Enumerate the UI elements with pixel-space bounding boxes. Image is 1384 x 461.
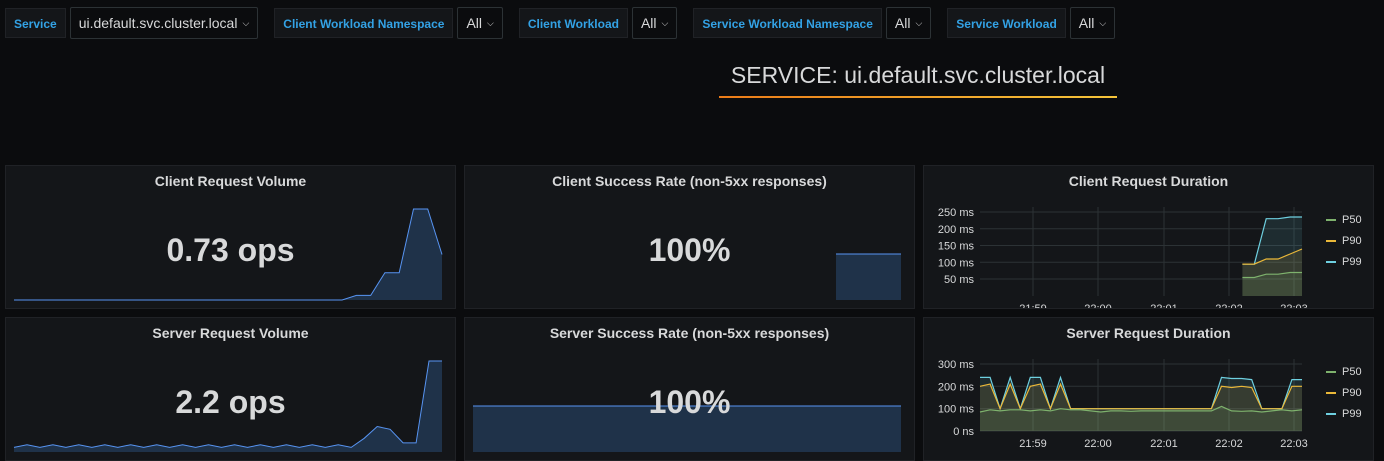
service-variable-select[interactable]: ui.default.svc.cluster.local ⌵ xyxy=(69,7,259,39)
client-workload-namespace-value: All xyxy=(466,15,483,31)
client-workload-namespace-label: Client Workload Namespace xyxy=(274,8,454,38)
stat-value: 100% xyxy=(648,232,731,268)
dashboard-title: SERVICE: ui.default.svc.cluster.local xyxy=(730,62,1106,88)
x-tick-label: 22:03 xyxy=(1280,303,1308,309)
y-tick-label: 100 ms xyxy=(938,404,975,416)
x-tick-label: 22:01 xyxy=(1150,303,1178,309)
legend-item-p90[interactable]: P90 xyxy=(1326,382,1362,403)
y-tick-label: 250 ms xyxy=(938,207,975,219)
y-tick-label: 150 ms xyxy=(938,241,975,253)
server-request-duration-panel[interactable]: Server Request Duration 300 ms 200 ms 100 … xyxy=(923,317,1374,461)
legend-item-p50[interactable]: P50 xyxy=(1326,361,1362,382)
legend-item-p99[interactable]: P99 xyxy=(1326,251,1362,272)
x-tick-label: 22:00 xyxy=(1084,438,1112,450)
client-workload-value: All xyxy=(640,15,657,31)
service-workload-namespace-select[interactable]: All ⌵ xyxy=(885,7,932,39)
chevron-down-icon: ⌵ xyxy=(487,18,494,28)
y-tick-label: 50 ms xyxy=(944,274,974,286)
client-workload-select[interactable]: All ⌵ xyxy=(631,7,678,39)
client-request-volume-panel[interactable]: Client Request Volume 0.73 ops xyxy=(5,165,456,309)
chevron-down-icon: ⌵ xyxy=(1099,18,1107,28)
client-request-duration-panel[interactable]: Client Request Duration 250 ms 200 ms 150 … xyxy=(923,165,1374,309)
service-variable-value: ui.default.svc.cluster.local xyxy=(78,15,238,31)
y-tick-label: 0 ns xyxy=(953,426,974,438)
stat-value: 2.2 ops xyxy=(175,384,286,420)
client-workload-label: Client Workload xyxy=(518,8,628,38)
chevron-down-icon: ⌵ xyxy=(915,18,923,28)
service-variable-label: Service xyxy=(5,8,66,38)
service-workload-label: Service Workload xyxy=(947,8,1066,38)
legend-item-p90[interactable]: P90 xyxy=(1326,230,1362,251)
service-workload-namespace-value: All xyxy=(894,15,911,31)
y-tick-label: 200 ms xyxy=(938,224,975,236)
server-duration-graph: 300 ms 200 ms 100 ms 0 ns 21:59 22:00 22:01 22:… xyxy=(938,359,1308,450)
y-tick-label: 200 ms xyxy=(938,381,975,393)
client-workload-namespace-select[interactable]: All ⌵ xyxy=(457,7,503,39)
service-workload-select[interactable]: All ⌵ xyxy=(1069,7,1116,39)
legend-item-p50[interactable]: P50 xyxy=(1326,209,1362,230)
x-tick-label: 22:00 xyxy=(1084,303,1112,309)
client-success-rate-panel[interactable]: Client Success Rate (non-5xx responses) … xyxy=(464,165,915,309)
y-tick-label: 300 ms xyxy=(938,359,975,371)
x-tick-label: 22:03 xyxy=(1280,438,1308,450)
service-workload-namespace-label: Service Workload Namespace xyxy=(693,8,882,38)
stat-value: 0.73 ops xyxy=(166,232,295,268)
x-tick-label: 22:01 xyxy=(1150,438,1178,450)
x-tick-label: 22:02 xyxy=(1215,438,1243,450)
server-request-volume-panel[interactable]: Server Request Volume 2.2 ops xyxy=(5,317,456,461)
legend-item-p99[interactable]: P99 xyxy=(1326,403,1362,424)
client-duration-graph: 250 ms 200 ms 150 ms 100 ms 50 ms 21:59 22:00 2… xyxy=(938,207,1308,309)
x-tick-label: 21:59 xyxy=(1019,438,1047,450)
graph-legend: P50 P90 P99 xyxy=(1326,209,1362,272)
chevron-down-icon: ⌵ xyxy=(661,18,669,28)
x-tick-label: 22:02 xyxy=(1215,303,1243,309)
x-tick-label: 21:59 xyxy=(1019,303,1047,309)
chevron-down-icon: ⌵ xyxy=(242,18,250,28)
title-underline xyxy=(719,96,1117,98)
stat-value: 100% xyxy=(648,384,731,420)
server-success-rate-panel[interactable]: Server Success Rate (non-5xx responses) … xyxy=(464,317,915,461)
service-workload-value: All xyxy=(1078,15,1095,31)
graph-legend: P50 P90 P99 xyxy=(1326,361,1362,424)
template-variables-bar: Service ui.default.svc.cluster.local ⌵ Cl… xyxy=(5,7,1116,39)
y-tick-label: 100 ms xyxy=(938,257,975,269)
